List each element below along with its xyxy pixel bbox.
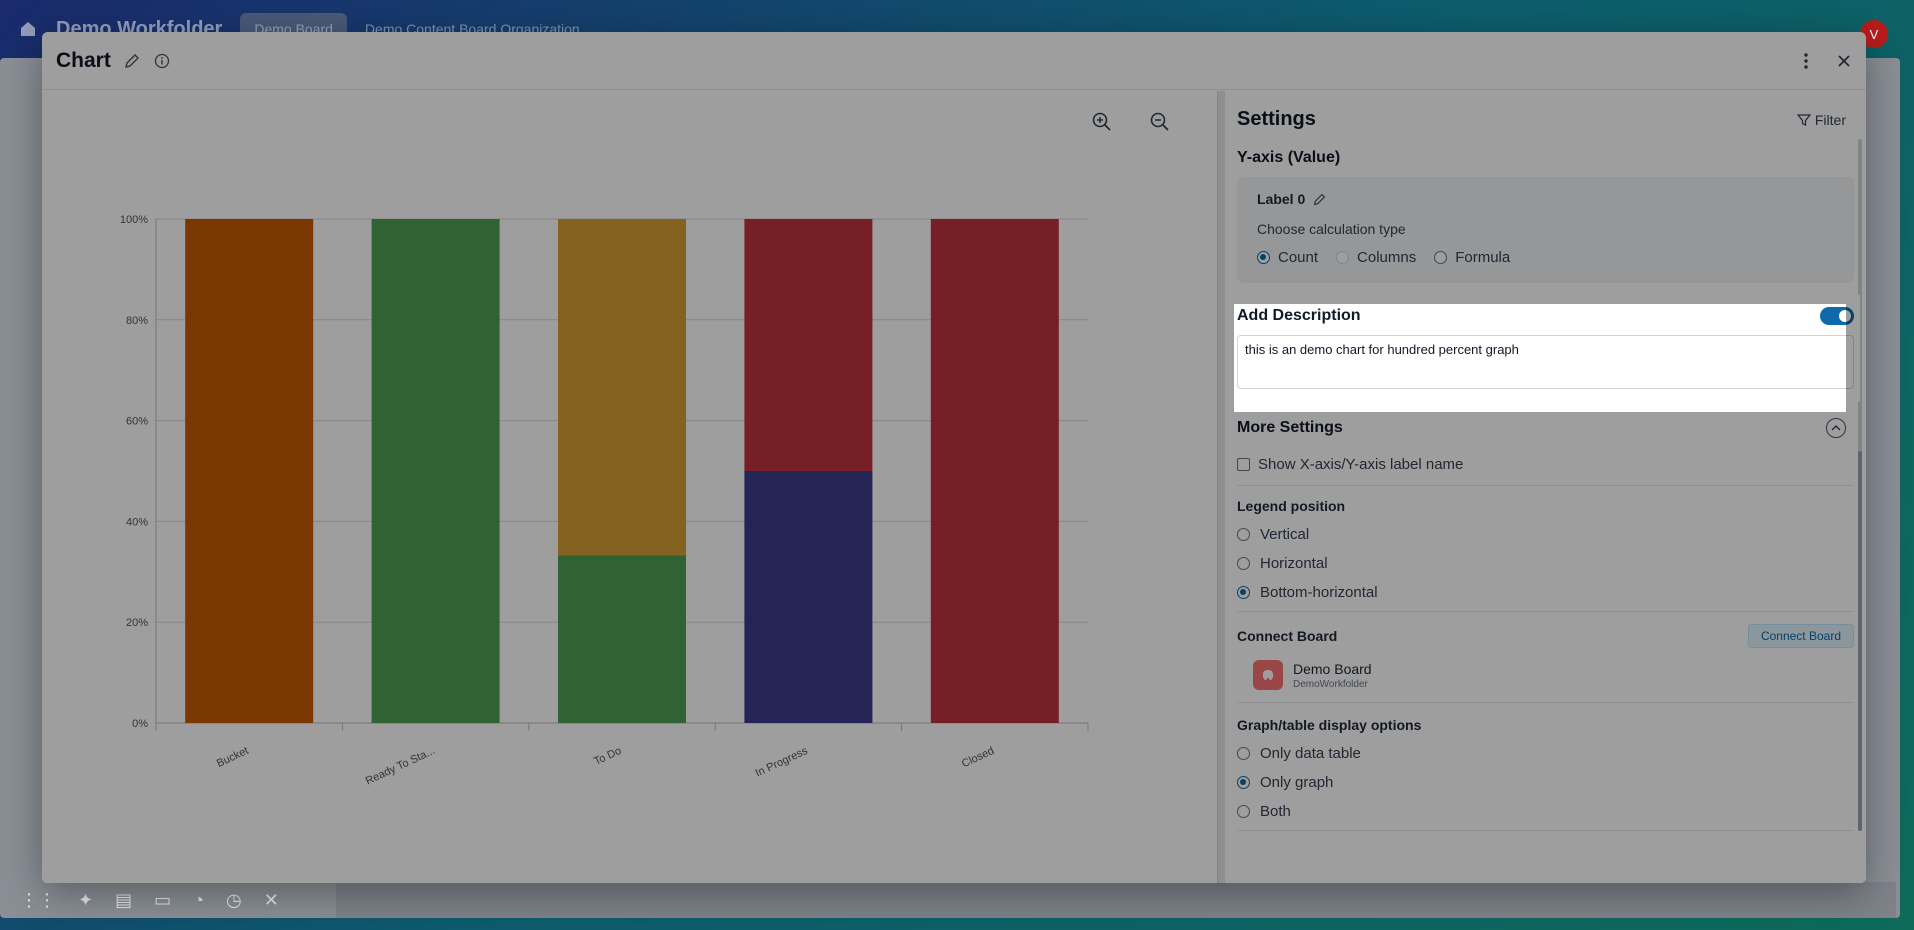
chart-modal: Chart 0% 20% 40% 60% 80% 100% Bucket Rea… — [42, 32, 1866, 883]
calc-type-title: Choose calculation type — [1257, 221, 1406, 237]
settings-scrollbar-thumb[interactable] — [1858, 451, 1862, 831]
filter-button[interactable]: Filter — [1796, 111, 1846, 128]
x-tick-label: Ready To Sta... — [364, 745, 437, 788]
bar-segment[interactable] — [558, 219, 686, 556]
filter-label: Filter — [1814, 111, 1846, 128]
display-option-graph[interactable]: Only graph — [1237, 774, 1854, 791]
background-bottombar: ⋮⋮ ✦ ▤ ▭ ◔ ◷ ✕ — [0, 882, 340, 918]
display-options-title: Graph/table display options — [1237, 717, 1422, 733]
separator — [1237, 830, 1854, 831]
yaxis-section-title: Y-axis (Value) — [1237, 149, 1341, 166]
pin-icon[interactable]: ✕ — [264, 890, 279, 911]
chevron-up-icon[interactable] — [1826, 418, 1846, 438]
radio[interactable] — [1237, 528, 1250, 541]
bar-segment[interactable] — [930, 219, 1059, 723]
board-folder: DemoWorkfolder — [1293, 678, 1368, 690]
radio-selected[interactable] — [1257, 251, 1270, 264]
checkbox[interactable] — [1237, 458, 1250, 471]
bar-segment[interactable] — [744, 471, 873, 723]
radio[interactable] — [1336, 251, 1350, 264]
modal-title: Chart — [56, 48, 111, 72]
timer-icon[interactable]: ◷ — [226, 890, 242, 911]
calc-option-formula[interactable]: Formula — [1434, 249, 1510, 266]
show-axis-label-option[interactable]: Show X-axis/Y-axis label name — [1237, 456, 1854, 486]
stacked-percent-bar-chart: 0% 20% 40% 60% 80% 100% Bucket Ready To Sta... T… — [120, 214, 1089, 788]
settings-panel: Settings Filter Y-axis (Value) Label 0 C… — [1225, 91, 1866, 883]
display-option-both[interactable]: Both — [1237, 803, 1854, 820]
y-tick-label: 100% — [120, 214, 148, 226]
board-logo-icon — [1253, 660, 1283, 690]
filter-icon — [1796, 113, 1811, 126]
background-bottom-panel — [336, 882, 1896, 918]
y-tick-label: 0% — [132, 718, 148, 730]
radio[interactable] — [1434, 251, 1448, 264]
x-tick-label: Bucket — [215, 745, 251, 770]
connected-board: Demo Board DemoWorkfolder — [1253, 660, 1854, 690]
more-vertical-icon[interactable] — [1798, 52, 1814, 70]
legend-option-bottom-horizontal[interactable]: Bottom-horizontal — [1237, 584, 1854, 601]
radio[interactable] — [1237, 747, 1250, 760]
x-tick-label: Closed — [960, 745, 996, 770]
description-section: Add Description this is an demo chart fo… — [1231, 295, 1860, 402]
settings-title: Settings — [1237, 108, 1316, 130]
radio[interactable] — [1237, 805, 1250, 818]
description-input[interactable]: this is an demo chart for hundred percen… — [1237, 335, 1854, 389]
bar-segment[interactable] — [371, 219, 500, 723]
separator — [1237, 702, 1854, 703]
bar-segment[interactable] — [744, 219, 873, 471]
edit-label-icon[interactable] — [1313, 193, 1326, 206]
y-tick-label: 80% — [126, 315, 148, 327]
apps-grid-icon[interactable]: ⋮⋮ — [20, 890, 56, 911]
bar-segment[interactable] — [185, 219, 314, 723]
modal-header: Chart — [42, 32, 1866, 90]
separator — [1237, 611, 1854, 612]
legend-option-vertical[interactable]: Vertical — [1237, 526, 1854, 543]
info-icon[interactable] — [153, 52, 171, 70]
yaxis-label-name: Label 0 — [1257, 191, 1306, 207]
y-tick-label: 40% — [126, 516, 148, 528]
radio-selected[interactable] — [1237, 586, 1250, 599]
display-option-data-table[interactable]: Only data table — [1237, 745, 1854, 762]
x-tick-label: To Do — [592, 745, 623, 768]
gauge-icon[interactable]: ◔ — [193, 890, 204, 911]
calc-option-count[interactable]: Count — [1257, 249, 1318, 266]
y-tick-label: 60% — [126, 416, 148, 428]
pane-divider[interactable] — [1217, 91, 1225, 883]
modal-body: 0% 20% 40% 60% 80% 100% Bucket Ready To Sta... T… — [42, 91, 1866, 883]
home-icon[interactable] — [18, 19, 38, 39]
legend-option-horizontal[interactable]: Horizontal — [1237, 555, 1854, 572]
board-name: Demo Board — [1293, 660, 1372, 677]
legend-position-title: Legend position — [1237, 498, 1346, 514]
bar-segment[interactable] — [558, 555, 686, 723]
sparkle-icon[interactable]: ✦ — [78, 890, 93, 911]
x-tick-label: In Progress — [754, 745, 811, 780]
connect-board-button[interactable]: Connect Board — [1747, 624, 1854, 648]
edit-pencil-icon[interactable] — [123, 52, 141, 70]
description-title: Add Description — [1237, 307, 1361, 324]
chart-pane: 0% 20% 40% 60% 80% 100% Bucket Ready To Sta... T… — [42, 91, 1217, 883]
doc-icon[interactable]: ▤ — [115, 890, 132, 911]
radio-selected[interactable] — [1237, 776, 1250, 789]
connect-board-title: Connect Board — [1237, 628, 1338, 644]
more-settings-title: More Settings — [1237, 419, 1343, 436]
description-toggle[interactable] — [1820, 307, 1854, 325]
y-tick-label: 20% — [126, 617, 148, 629]
close-icon[interactable] — [1836, 53, 1852, 69]
calc-option-columns[interactable]: Columns — [1336, 249, 1416, 266]
radio[interactable] — [1237, 557, 1250, 570]
card-icon[interactable]: ▭ — [154, 890, 171, 911]
yaxis-config-box: Label 0 Choose calculation type Count Co… — [1237, 177, 1854, 283]
